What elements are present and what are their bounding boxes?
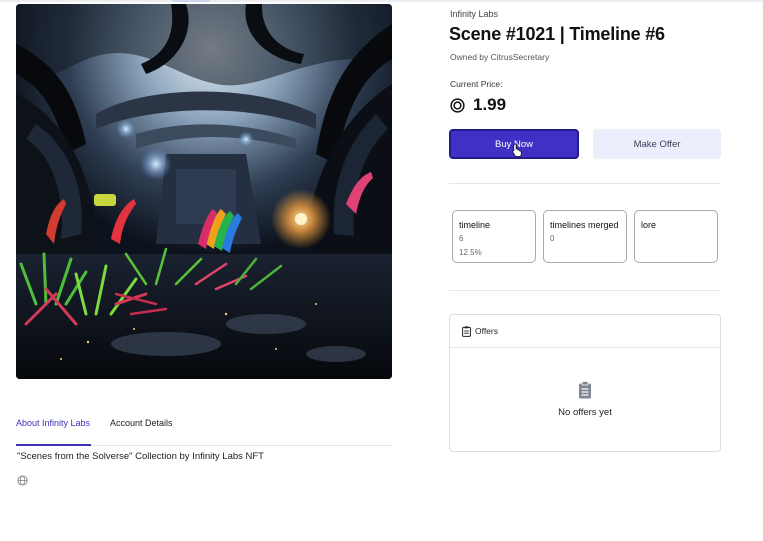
active-tab-indicator (16, 444, 91, 446)
attribute-name: timeline (459, 220, 491, 230)
attribute-name: lore (641, 220, 657, 230)
divider (449, 290, 721, 291)
hand-cursor-icon (512, 143, 522, 157)
price-label: Current Price: (450, 79, 503, 89)
nft-artwork-image (16, 4, 392, 379)
attribute-name: timelines merged (550, 220, 619, 230)
owner-text: Owned by CitrusSecretary (450, 52, 550, 62)
price-value: 1.99 (473, 95, 507, 114)
offers-header: Offers (450, 315, 720, 348)
attribute-rarity: 12.5% (459, 248, 482, 257)
coin-icon (450, 97, 465, 113)
clipboard-icon (579, 381, 591, 399)
divider (449, 183, 721, 184)
attribute-card: timeline 6 12.5% (452, 210, 536, 263)
price-row: 1.99 (450, 94, 506, 116)
info-tabs: About Infinity Labs Account Details (16, 404, 392, 446)
attribute-card: timelines merged 0 (543, 210, 627, 263)
no-offers-message: No offers yet (558, 407, 612, 418)
page-title: Scene #1021 | Timeline #6 (449, 24, 665, 44)
tab-about-collection[interactable]: About Infinity Labs (16, 418, 90, 428)
make-offer-button[interactable]: Make Offer (593, 129, 721, 159)
attribute-card: lore (634, 210, 718, 263)
offers-title: Offers (475, 326, 498, 336)
clipboard-icon (462, 325, 471, 337)
tab-account-details[interactable]: Account Details (110, 418, 173, 428)
globe-icon[interactable] (17, 475, 28, 486)
top-strip-accent (172, 0, 210, 2)
collection-link[interactable]: Infinity Labs (450, 9, 498, 19)
collection-description: "Scenes from the Solverse" Collection by… (17, 451, 264, 462)
top-strip (0, 0, 763, 2)
attribute-value: 0 (550, 234, 555, 243)
offers-panel: Offers No offers yet (449, 314, 721, 452)
attribute-value: 6 (459, 234, 464, 243)
